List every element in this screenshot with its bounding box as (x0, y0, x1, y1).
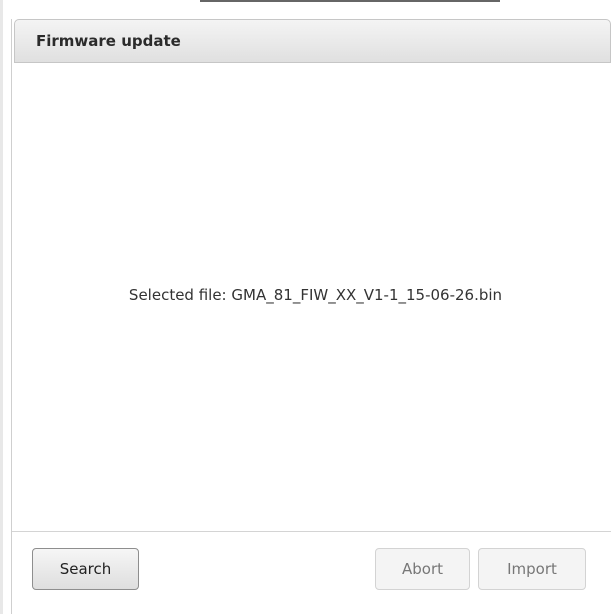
dialog-title: Firmware update (36, 32, 181, 50)
abort-button[interactable]: Abort (375, 548, 470, 590)
screen: Firmware update Selected file: GMA_81_FI… (0, 0, 611, 614)
selected-file-info: Selected file: GMA_81_FIW_XX_V1-1_15-06-… (12, 286, 611, 304)
top-divider (200, 0, 500, 2)
firmware-update-dialog: Firmware update Selected file: GMA_81_FI… (11, 19, 611, 614)
dialog-content: Selected file: GMA_81_FIW_XX_V1-1_15-06-… (12, 63, 611, 531)
footer-divider (12, 531, 611, 532)
import-button[interactable]: Import (478, 548, 586, 590)
search-button[interactable]: Search (32, 548, 139, 590)
selected-file-label: Selected file: (128, 286, 227, 304)
dialog-header: Firmware update (14, 19, 611, 63)
left-edge (0, 0, 3, 614)
selected-file-name: GMA_81_FIW_XX_V1-1_15-06-26.bin (231, 286, 503, 304)
